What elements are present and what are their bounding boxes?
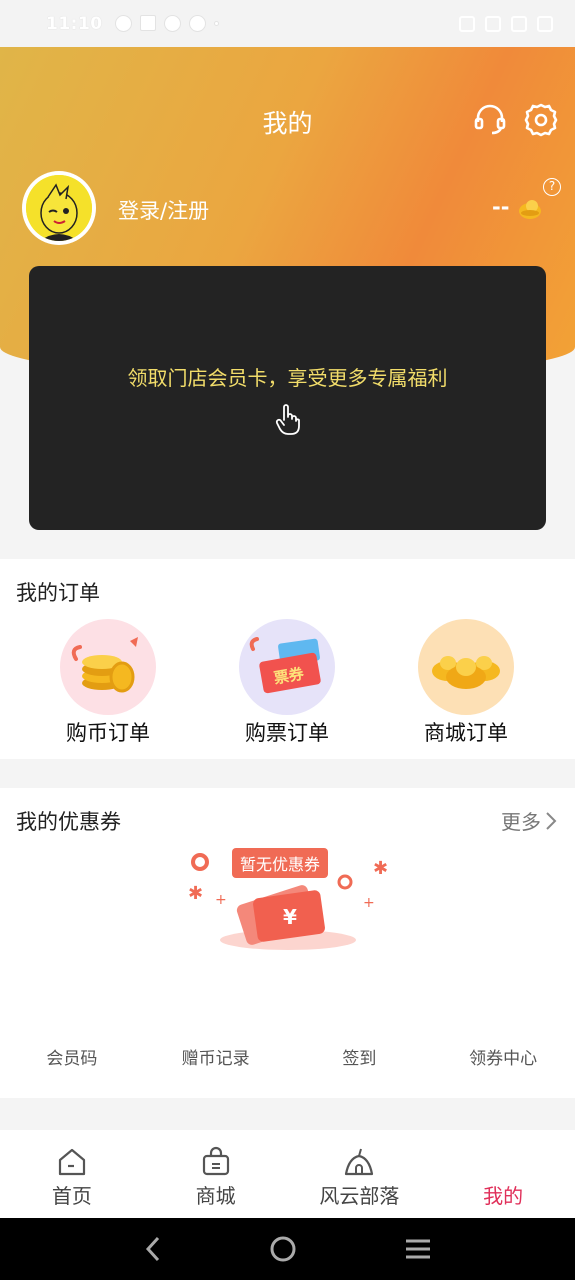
status-bar: 11:10: [0, 0, 575, 47]
signal-icon: [511, 15, 527, 32]
image-notification-icon: [139, 15, 156, 31]
tab-tribe-label: 风云部落: [319, 1184, 400, 1208]
mall-order-label: 商城订单: [424, 721, 508, 745]
avatar[interactable]: [22, 171, 96, 245]
wifi-icon: [485, 15, 501, 32]
home-circle-icon[interactable]: [269, 1235, 297, 1263]
svg-text:✱: ✱: [188, 883, 203, 904]
coin-order-button[interactable]: 购币订单: [38, 619, 178, 747]
check-in-link[interactable]: 签到: [288, 1044, 432, 1069]
tab-home[interactable]: 首页: [0, 1130, 144, 1218]
member-card-banner[interactable]: 领取门店会员卡，享受更多专属福利: [29, 266, 546, 530]
notification-icon: [114, 15, 132, 32]
tab-profile-label: 我的: [483, 1184, 524, 1208]
member-card-text: 领取门店会员卡，享受更多专属福利: [127, 366, 448, 390]
tap-hand-icon: [275, 404, 300, 435]
empty-coupon-badge: 暂无优惠券: [232, 848, 329, 878]
status-icons-left: [114, 15, 219, 32]
tent-icon: [345, 1148, 374, 1176]
app-notification-icon: [188, 15, 206, 32]
orders-title: 我的订单: [16, 581, 100, 605]
screen: 11:10 我的 登录/注册 -- ? 领取门店会员卡，享受更多专属福利 我的订…: [0, 0, 575, 1280]
status-icons-right: [459, 15, 553, 32]
coupon-symbol: ¥: [283, 905, 297, 929]
tab-mall[interactable]: 商城: [144, 1130, 288, 1218]
vibrate-icon: [459, 15, 475, 32]
home-icon: [58, 1148, 85, 1176]
tab-profile[interactable]: 我的: [431, 1130, 575, 1218]
gift-coin-records-link[interactable]: 赠币记录: [144, 1044, 288, 1069]
coin-order-label: 购币订单: [66, 721, 150, 745]
help-icon[interactable]: ?: [543, 178, 561, 196]
tab-tribe[interactable]: 风云部落: [288, 1130, 432, 1218]
coupon-center-link[interactable]: 领券中心: [431, 1044, 575, 1069]
coin-stack-icon: [60, 619, 156, 715]
login-register-link[interactable]: 登录/注册: [118, 195, 209, 225]
member-code-link[interactable]: 会员码: [0, 1044, 144, 1069]
profile-icon: [487, 1146, 519, 1178]
settings-gear-icon[interactable]: [523, 102, 559, 138]
more-notifications-icon: [213, 21, 219, 26]
more-label: 更多: [501, 810, 541, 834]
more-coupons-link[interactable]: 更多: [501, 806, 557, 835]
back-icon[interactable]: [143, 1235, 163, 1263]
mall-order-button[interactable]: 商城订单: [396, 619, 536, 747]
tab-mall-label: 商城: [195, 1184, 236, 1208]
ticket-icon: 票券: [239, 619, 335, 715]
coupon-section: 我的优惠券 更多 ✱ ✱ + + ¥ 暂无优惠券 会员码 赠币记录 签到 领券中…: [0, 788, 575, 1098]
status-time: 11:10: [46, 13, 103, 34]
ticket-order-button[interactable]: 票券 购票订单: [217, 619, 357, 747]
svg-text:+: +: [215, 892, 227, 908]
battery-icon: [537, 15, 553, 32]
orders-section: 我的订单 购币订单 票券 购票订单 商城订单: [0, 559, 575, 759]
tab-home-label: 首页: [51, 1184, 92, 1208]
svg-text:✱: ✱: [373, 858, 388, 879]
chevron-right-icon: [546, 811, 557, 830]
mascot-avatar-image: [26, 175, 92, 241]
bottom-tab-bar: 首页 商城 风云部落 我的: [0, 1130, 575, 1218]
shopping-bag-icon: [202, 1146, 229, 1176]
customer-service-icon[interactable]: [472, 102, 508, 138]
gold-coin-icon: [519, 200, 541, 219]
coupon-title: 我的优惠券: [16, 810, 121, 834]
gold-ingot-icon: [418, 619, 514, 715]
check-notification-icon: [163, 15, 181, 32]
system-navigation-bar: [0, 1218, 575, 1280]
quick-links: 会员码 赠币记录 签到 领券中心: [0, 1044, 575, 1069]
coin-balance: --: [492, 195, 510, 219]
recents-menu-icon[interactable]: [404, 1237, 432, 1261]
ticket-order-label: 购票订单: [245, 721, 329, 745]
svg-text:+: +: [363, 895, 375, 911]
